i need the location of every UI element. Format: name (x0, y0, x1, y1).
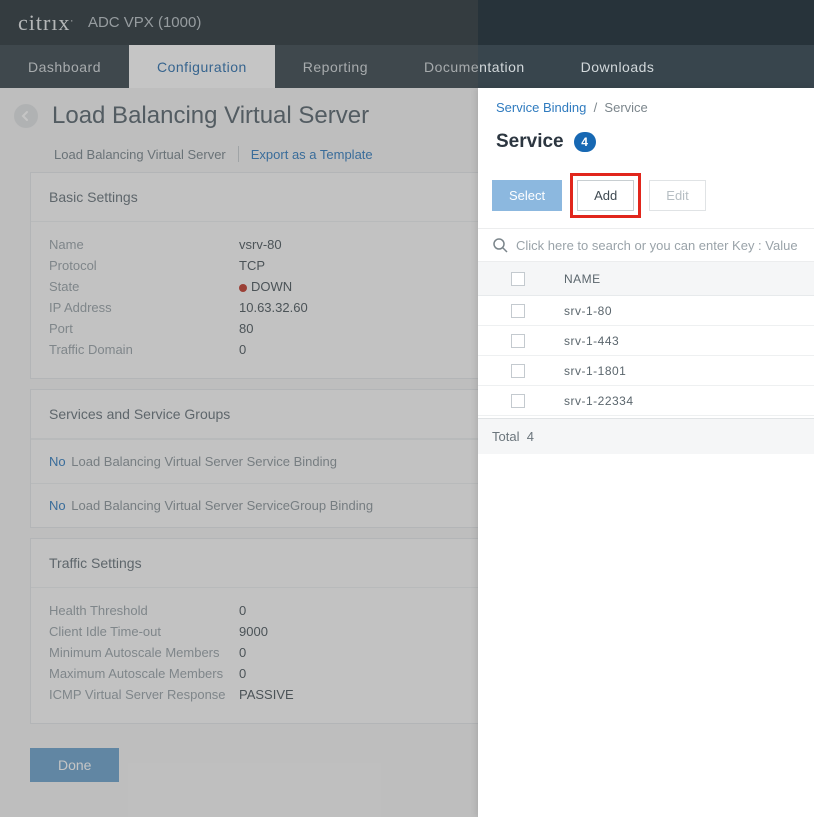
side-panel-title: Service 4 (478, 127, 814, 167)
button-row: Select Add Edit (478, 167, 814, 229)
service-name: srv-1-1801 (558, 364, 814, 378)
column-name-header[interactable]: NAME (558, 272, 814, 286)
title-bar: citrıx. ADC VPX (1000) (0, 0, 814, 45)
row-checkbox[interactable] (511, 394, 525, 408)
value-state: DOWN (239, 279, 292, 294)
table-row[interactable]: srv-1-80 (478, 296, 814, 326)
label-min: Minimum Autoscale Members (49, 645, 239, 660)
subtitle-text: Load Balancing Virtual Server (54, 147, 226, 162)
divider (238, 146, 239, 162)
back-button[interactable] (14, 104, 38, 128)
row-checkbox[interactable] (511, 334, 525, 348)
value-name: vsrv-80 (239, 237, 282, 252)
search-icon (492, 237, 508, 253)
crumb-service-binding[interactable]: Service Binding (496, 100, 586, 115)
label-name: Name (49, 237, 239, 252)
label-state: State (49, 279, 239, 294)
table-row[interactable]: srv-1-1801 (478, 356, 814, 386)
value-min: 0 (239, 645, 246, 660)
product-name: ADC VPX (1000) (88, 14, 201, 31)
value-icmp: PASSIVE (239, 687, 294, 702)
export-template-link[interactable]: Export as a Template (251, 147, 373, 162)
search-placeholder: Click here to search or you can enter Ke… (516, 238, 800, 253)
label-ip: IP Address (49, 300, 239, 315)
breadcrumb: Service Binding / Service (478, 88, 814, 127)
arrow-left-icon (20, 110, 32, 122)
done-button[interactable]: Done (30, 748, 119, 782)
label-ci: Client Idle Time-out (49, 624, 239, 639)
service-side-panel: Service Binding / Service Service 4 Sele… (478, 88, 814, 817)
service-name: srv-1-443 (558, 334, 814, 348)
search-row[interactable]: Click here to search or you can enter Ke… (478, 229, 814, 262)
service-name: srv-1-22334 (558, 394, 814, 408)
crumb-current: Service (604, 100, 647, 115)
row-checkbox[interactable] (511, 304, 525, 318)
edit-button[interactable]: Edit (649, 180, 705, 211)
nav-downloads[interactable]: Downloads (553, 45, 683, 88)
table-row[interactable]: srv-1-22334 (478, 386, 814, 416)
nav-configuration[interactable]: Configuration (129, 45, 275, 88)
nav-reporting[interactable]: Reporting (275, 45, 396, 88)
add-button[interactable]: Add (577, 180, 634, 211)
nav-dashboard[interactable]: Dashboard (0, 45, 129, 88)
count-badge: 4 (574, 132, 596, 152)
label-protocol: Protocol (49, 258, 239, 273)
value-ip: 10.63.32.60 (239, 300, 308, 315)
brand-logo: citrıx. (18, 10, 74, 36)
table-row[interactable]: srv-1-443 (478, 326, 814, 356)
value-max: 0 (239, 666, 246, 681)
row-checkbox[interactable] (511, 364, 525, 378)
select-button[interactable]: Select (492, 180, 562, 211)
label-icmp: ICMP Virtual Server Response (49, 687, 239, 702)
total-row: Total 4 (478, 418, 814, 454)
label-ht: Health Threshold (49, 603, 239, 618)
value-ht: 0 (239, 603, 246, 618)
service-name: srv-1-80 (558, 304, 814, 318)
value-protocol: TCP (239, 258, 265, 273)
table-header: NAME (478, 262, 814, 296)
value-port: 80 (239, 321, 253, 336)
value-td: 0 (239, 342, 246, 357)
select-all-checkbox[interactable] (511, 272, 525, 286)
value-ci: 9000 (239, 624, 268, 639)
main-nav: Dashboard Configuration Reporting Docume… (0, 45, 814, 88)
add-button-highlight: Add (570, 173, 641, 218)
label-port: Port (49, 321, 239, 336)
label-td: Traffic Domain (49, 342, 239, 357)
nav-documentation[interactable]: Documentation (396, 45, 553, 88)
page-title: Load Balancing Virtual Server (52, 102, 369, 130)
label-max: Maximum Autoscale Members (49, 666, 239, 681)
